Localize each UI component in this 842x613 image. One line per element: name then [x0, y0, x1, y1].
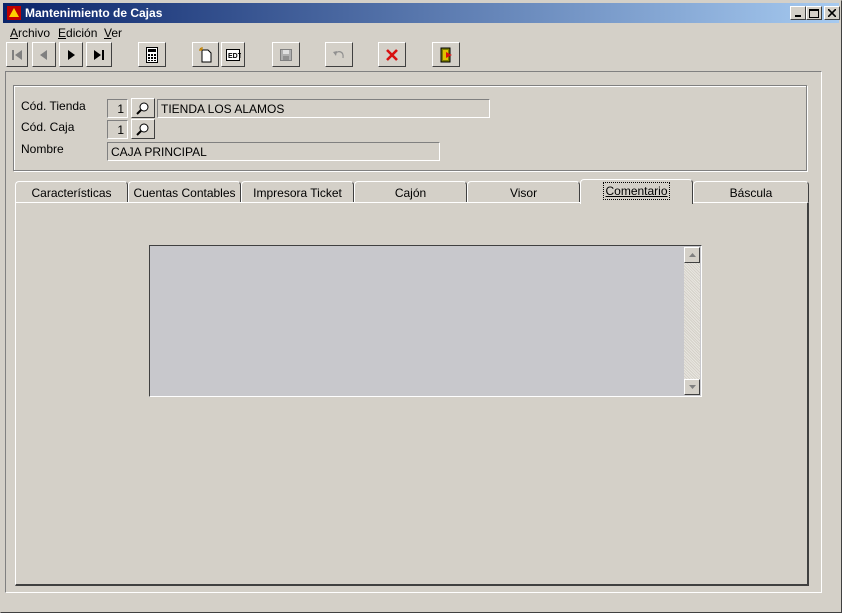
next-record-icon [68, 49, 75, 60]
window-title: Mantenimiento de Cajas [25, 6, 163, 20]
save-button[interactable] [272, 42, 300, 67]
arrow-down-icon [688, 385, 696, 389]
tienda-name-field: TIENDA LOS ALAMOS [157, 99, 490, 118]
minimize-button[interactable] [790, 6, 806, 20]
menu-ver[interactable]: Ver [104, 26, 122, 40]
tab-impresora-ticket[interactable]: Impresora Ticket [241, 181, 354, 203]
delete-icon [386, 48, 398, 61]
exit-button[interactable] [432, 42, 460, 67]
vertical-scrollbar[interactable] [684, 247, 700, 395]
minimize-icon [795, 15, 801, 17]
close-icon [828, 9, 836, 17]
comentario-textarea[interactable] [149, 245, 702, 397]
menu-archivo[interactable]: Archivo [10, 26, 50, 40]
new-record-button[interactable] [192, 42, 219, 67]
caja-lookup-button[interactable] [131, 119, 155, 139]
tab-cajon[interactable]: Cajón [354, 181, 467, 203]
tab-cuentas-contables[interactable]: Cuentas Contables [128, 181, 241, 203]
title-bar[interactable]: Mantenimiento de Cajas [3, 3, 840, 23]
tab-bascula[interactable]: Báscula [693, 181, 809, 203]
first-record-button[interactable] [6, 42, 28, 67]
prev-record-icon [40, 49, 47, 60]
edit-record-icon: EDT [226, 48, 241, 61]
magnifier-icon [136, 123, 149, 136]
maximize-button[interactable] [806, 6, 822, 20]
tab-visor[interactable]: Visor [467, 181, 580, 203]
main-window: Mantenimiento de Cajas Archivo Edición V… [0, 0, 842, 613]
menu-edicion[interactable]: Edición [58, 26, 97, 40]
app-icon [6, 5, 22, 21]
toolbar: EDT [3, 41, 839, 69]
new-record-icon [198, 46, 211, 62]
close-button[interactable] [824, 6, 840, 20]
tienda-code-field[interactable]: 1 [107, 99, 128, 118]
calculator-button[interactable] [138, 42, 166, 67]
last-record-button[interactable] [86, 42, 112, 67]
last-record-icon [94, 49, 104, 60]
delete-button[interactable] [378, 42, 406, 67]
undo-icon [333, 50, 344, 58]
nombre-label: Nombre [21, 142, 64, 156]
nombre-field[interactable]: CAJA PRINCIPAL [107, 142, 440, 161]
maximize-icon [809, 8, 819, 18]
svg-text:EDT: EDT [228, 53, 241, 60]
exit-icon [440, 47, 452, 62]
scroll-down-button[interactable] [684, 379, 700, 395]
undo-button[interactable] [325, 42, 353, 67]
next-record-button[interactable] [59, 42, 83, 67]
arrow-up-icon [688, 253, 696, 257]
tab-caracteristicas[interactable]: Características [15, 181, 128, 203]
magnifier-icon [136, 102, 149, 115]
tab-comentario[interactable]: Comentario [580, 179, 693, 204]
caja-label: Cód. Caja [21, 120, 75, 134]
scroll-up-button[interactable] [684, 247, 700, 263]
save-icon [280, 48, 292, 61]
tienda-lookup-button[interactable] [131, 98, 155, 118]
calculator-icon [146, 46, 158, 63]
caja-code-field[interactable]: 1 [107, 120, 128, 139]
first-record-icon [12, 49, 22, 60]
tab-strip: Características Cuentas Contables Impres… [15, 179, 809, 204]
edit-record-button[interactable]: EDT [221, 42, 245, 67]
tienda-label: Cód. Tienda [21, 99, 86, 113]
menu-bar: Archivo Edición Ver [3, 24, 839, 42]
prev-record-button[interactable] [32, 42, 56, 67]
